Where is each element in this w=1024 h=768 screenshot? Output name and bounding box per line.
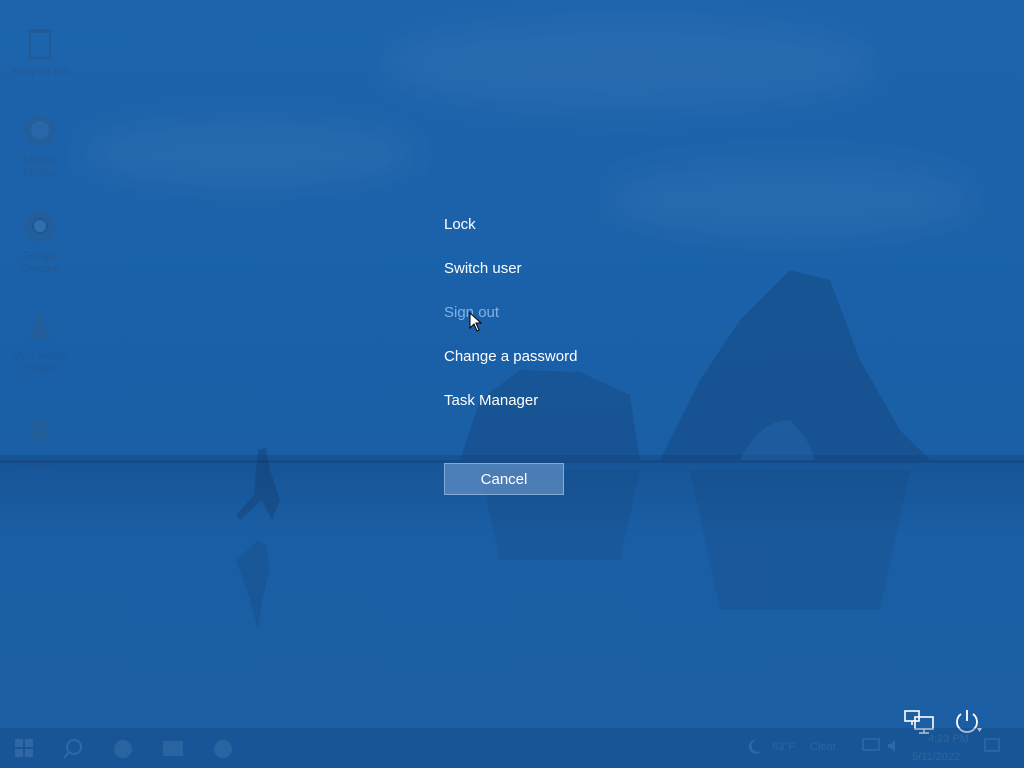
- start-icon: [15, 739, 33, 757]
- desktop-icon-label: Google Chrome: [20, 250, 60, 275]
- desktop-icon-label: Notepad++: [12, 456, 68, 468]
- taskbar: 63°F Clear 4:23 PM 5/11/2022: [0, 728, 1024, 768]
- desktop-icon-recycle-bin: Recycle Bin: [8, 22, 72, 79]
- search-icon: [63, 739, 82, 759]
- firefox-icon: [24, 114, 56, 146]
- clock-date: 5/11/2022: [912, 751, 961, 763]
- cancel-button[interactable]: Cancel: [444, 463, 564, 495]
- lock-option[interactable]: Lock: [444, 214, 664, 236]
- vlc-icon: [28, 310, 52, 340]
- notification-icon: [984, 738, 1000, 752]
- weather-temp: 63°F: [772, 741, 796, 753]
- desktop-icon-label: VLC media player: [12, 350, 68, 375]
- notepadpp-icon: [32, 420, 48, 442]
- ctrl-alt-del-screen: Recycle Bin Mozilla Firefox Google Chrom…: [0, 0, 1024, 768]
- edge-icon: [114, 740, 132, 758]
- store-icon: [214, 740, 232, 758]
- task-manager-option[interactable]: Task Manager: [444, 390, 664, 412]
- clock-time: 4:23 PM: [928, 733, 969, 745]
- file-explorer-icon: [163, 741, 183, 756]
- desktop-icon-firefox: Mozilla Firefox: [8, 110, 72, 180]
- desktop-icon-label: Mozilla Firefox: [22, 154, 58, 179]
- volume-icon: [888, 740, 895, 752]
- chat-icon: [862, 738, 880, 751]
- mouse-cursor-icon: [469, 312, 483, 332]
- weather-condition: Clear: [810, 741, 837, 753]
- recycle-bin-icon: [28, 29, 52, 59]
- chrome-icon: [24, 210, 56, 242]
- desktop-icon-notepadpp: Notepad++: [8, 412, 72, 469]
- switch-user-option[interactable]: Switch user: [444, 258, 664, 280]
- desktop-icon-vlc: VLC media player: [8, 306, 72, 376]
- desktop-icon-chrome: Google Chrome: [8, 206, 72, 276]
- change-password-option[interactable]: Change a password: [444, 346, 664, 368]
- weather-icon: [748, 739, 762, 754]
- desktop-icon-label: Recycle Bin: [10, 66, 70, 78]
